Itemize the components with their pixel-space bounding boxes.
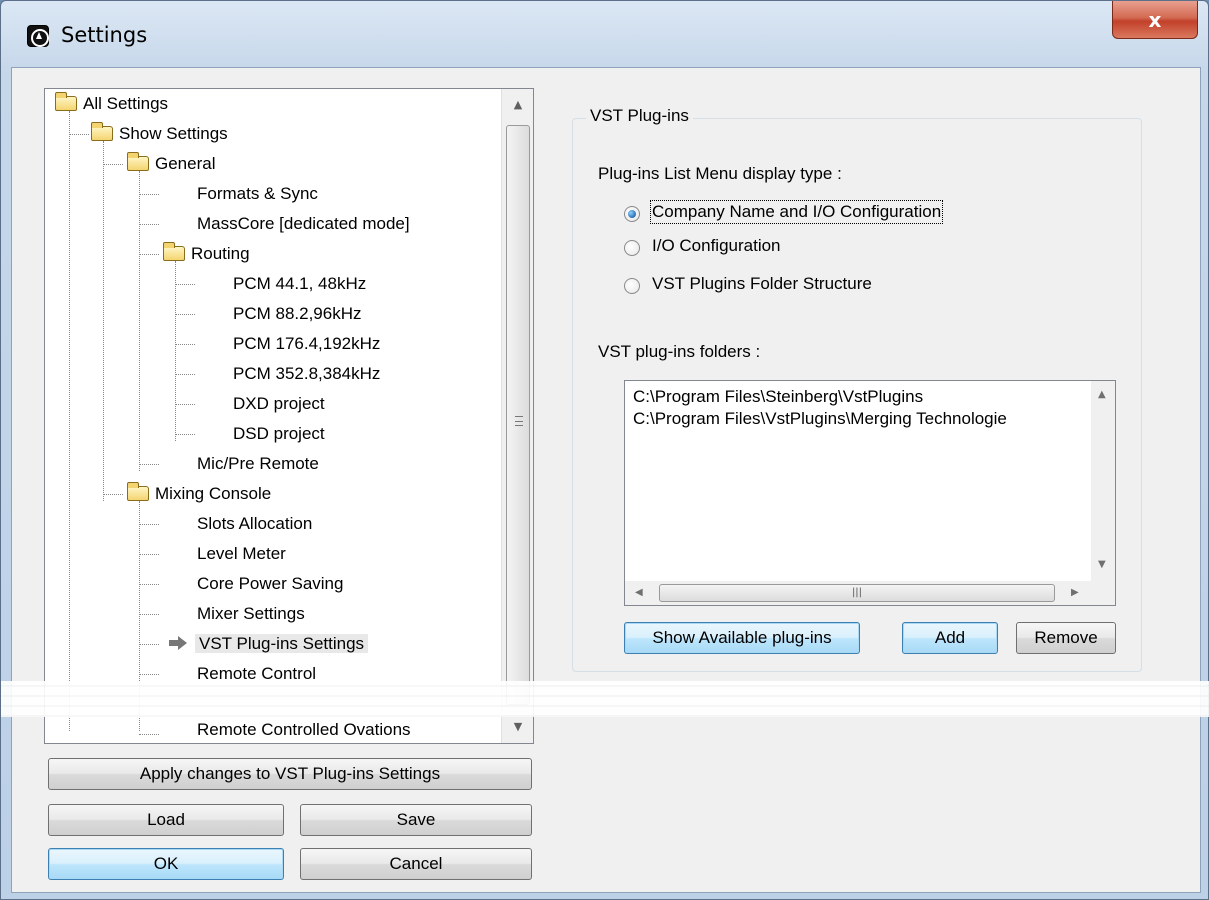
scroll-down-arrow-icon[interactable]: ▼ [1098, 559, 1106, 570]
tree-connector [139, 171, 140, 471]
radio-company-name[interactable] [624, 206, 640, 222]
tree-connector [139, 224, 159, 225]
scroll-thumb[interactable]: ||| [659, 584, 1055, 602]
scrollbar-corner [1091, 581, 1115, 605]
radio-folder-structure[interactable] [624, 278, 640, 294]
tree-item-all-settings[interactable]: All Settings [55, 89, 168, 119]
tree-connector [175, 314, 195, 315]
folder-open-icon [163, 242, 185, 261]
listbox-vertical-scrollbar[interactable]: ▲ ▼ [1091, 381, 1115, 581]
tree-item-pcm-352[interactable]: PCM 352.8,384kHz [233, 359, 380, 389]
tree-item-dxd-project[interactable]: DXD project [233, 389, 325, 419]
tree-item-mixing-console[interactable]: Mixing Console [127, 479, 271, 509]
tree-connector [175, 374, 195, 375]
tree-connector [103, 141, 104, 501]
tree-connector [139, 644, 159, 645]
tree-connector [139, 194, 159, 195]
scroll-up-arrow-icon[interactable]: ▲ [1098, 389, 1106, 400]
tree-item-masscore[interactable]: MassCore [dedicated mode] [197, 209, 410, 239]
tree-connector [175, 284, 195, 285]
tree-item-slots-allocation[interactable]: Slots Allocation [197, 509, 312, 539]
dialog-client-area: All Settings Show Settings General Forma… [11, 67, 1201, 893]
list-item[interactable]: C:\Program Files\Steinberg\VstPlugins [633, 387, 923, 407]
folder-open-icon [91, 122, 113, 141]
tree-item-mixer-settings[interactable]: Mixer Settings [197, 599, 305, 629]
title-bar[interactable]: Settings x [1, 1, 1208, 67]
cancel-button[interactable]: Cancel [300, 848, 532, 880]
radio-folder-structure-label[interactable]: VST Plugins Folder Structure [652, 274, 872, 294]
tree-connector [175, 404, 195, 405]
tree-item-core-power-saving[interactable]: Core Power Saving [197, 569, 343, 599]
scroll-grip-icon [515, 416, 523, 426]
add-button[interactable]: Add [902, 622, 998, 654]
tree-connector [139, 554, 159, 555]
tree-connector [139, 734, 159, 735]
settings-tree[interactable]: All Settings Show Settings General Forma… [44, 88, 534, 744]
scroll-right-arrow-icon[interactable]: ▶ [1071, 587, 1079, 598]
screenshot-tear-divider [1, 681, 1209, 717]
apply-changes-button[interactable]: Apply changes to VST Plug-ins Settings [48, 758, 532, 790]
remove-button[interactable]: Remove [1016, 622, 1116, 654]
tree-item-mic-pre-remote[interactable]: Mic/Pre Remote [197, 449, 319, 479]
radio-io-configuration[interactable] [624, 240, 640, 256]
tree-item-pcm-88[interactable]: PCM 88.2,96kHz [233, 299, 362, 329]
show-available-plugins-button[interactable]: Show Available plug-ins [624, 622, 860, 654]
tree-item-pcm-176[interactable]: PCM 176.4,192kHz [233, 329, 380, 359]
save-button[interactable]: Save [300, 804, 532, 836]
tree-item-pcm-44[interactable]: PCM 44.1, 48kHz [233, 269, 366, 299]
ok-button[interactable]: OK [48, 848, 284, 880]
folders-label: VST plug-ins folders : [598, 342, 761, 361]
close-button[interactable]: x [1112, 1, 1198, 39]
radio-company-name-label[interactable]: Company Name and I/O Configuration [649, 200, 944, 224]
tree-connector [69, 111, 70, 731]
tree-connector [103, 494, 123, 495]
tree-vertical-scrollbar[interactable]: ▲ ▼ [501, 89, 533, 743]
tree-item-routing[interactable]: Routing [163, 239, 250, 269]
tree-connector [139, 524, 159, 525]
tree-connector [175, 344, 195, 345]
listbox-horizontal-scrollbar[interactable]: ◀ ||| ▶ [625, 581, 1093, 605]
scroll-up-arrow-icon[interactable]: ▲ [502, 89, 533, 121]
tree-item-show-settings[interactable]: Show Settings [91, 119, 228, 149]
tree-item-general[interactable]: General [127, 149, 215, 179]
tree-connector [139, 674, 159, 675]
tree-connector [139, 614, 159, 615]
load-button[interactable]: Load [48, 804, 284, 836]
tree-connector [139, 464, 159, 465]
radio-io-configuration-label[interactable]: I/O Configuration [652, 236, 781, 256]
tree-item-remote-controlled-ovations[interactable]: Remote Controlled Ovations [197, 715, 411, 743]
tree-item-dsd-project[interactable]: DSD project [233, 419, 325, 449]
tree-item-level-meter[interactable]: Level Meter [197, 539, 286, 569]
scroll-left-arrow-icon[interactable]: ◀ [635, 587, 643, 598]
tree-connector [103, 164, 123, 165]
display-type-label: Plug-ins List Menu display type : [598, 164, 842, 183]
vst-plugins-group-title: VST Plug-ins [586, 106, 693, 126]
scroll-thumb[interactable] [506, 125, 530, 705]
vst-folders-listbox[interactable]: C:\Program Files\Steinberg\VstPlugins C:… [624, 380, 1116, 606]
settings-window: Settings x All Settings Show Settings Ge… [0, 0, 1209, 900]
tree-item-formats-sync[interactable]: Formats & Sync [197, 179, 318, 209]
list-item[interactable]: C:\Program Files\VstPlugins\Merging Tech… [633, 409, 1007, 429]
folder-open-icon [127, 482, 149, 501]
tree-connector [175, 261, 176, 441]
tree-connector [69, 134, 89, 135]
tree-connector [139, 584, 159, 585]
tree-item-vst-plugins-settings[interactable]: VST Plug-ins Settings [169, 629, 369, 659]
window-title: Settings [61, 23, 148, 47]
arrow-right-icon [169, 636, 187, 650]
tree-connector [139, 254, 159, 255]
app-logo-icon [27, 25, 49, 47]
tree-connector [175, 434, 195, 435]
folder-open-icon [127, 152, 149, 171]
folder-open-icon [55, 92, 77, 111]
